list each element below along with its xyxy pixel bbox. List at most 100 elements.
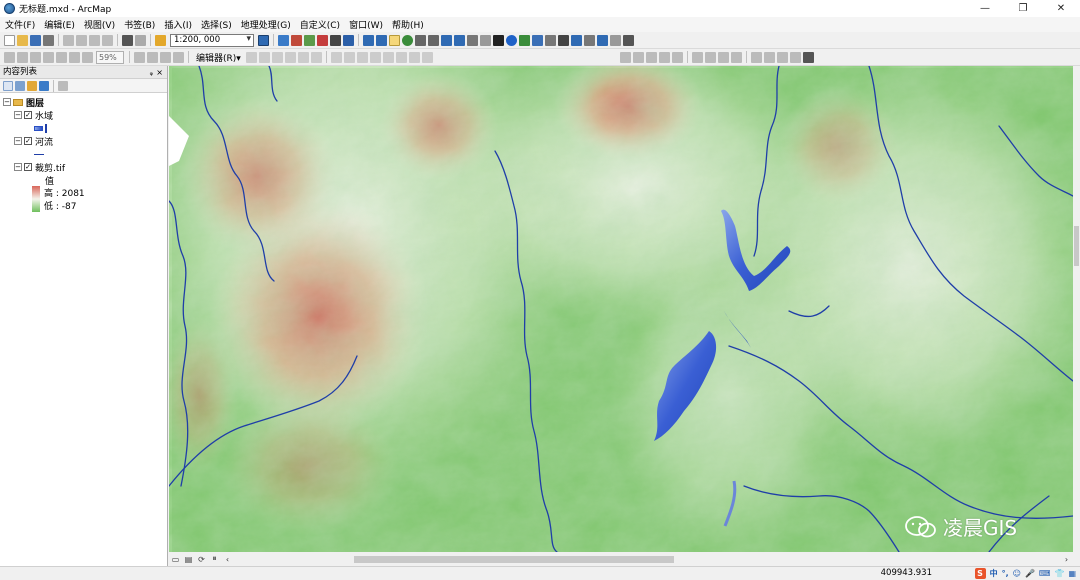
order-icon[interactable] (672, 51, 683, 63)
minimize-button[interactable]: — (966, 0, 1004, 17)
focus-data-frame-icon[interactable] (147, 51, 158, 63)
layout-zoom-out-icon[interactable] (17, 51, 28, 63)
identify-icon[interactable] (506, 34, 517, 46)
zoom-whole-page-icon[interactable] (43, 51, 54, 63)
dem-map-svg[interactable] (169, 66, 1073, 552)
layout-view-icon[interactable]: ▤ (182, 555, 195, 564)
scroll-left-icon[interactable]: ‹ (221, 555, 234, 564)
tree-row-layers[interactable]: − 图层 (3, 96, 44, 109)
toc-close-icon[interactable]: × (156, 66, 163, 79)
straight-segment-icon[interactable] (271, 51, 283, 63)
group-icon[interactable] (646, 51, 657, 63)
create-viewer-window-icon[interactable] (610, 34, 621, 46)
menu-insert[interactable]: 插入(I) (164, 18, 192, 31)
menu-view[interactable]: 视图(V) (84, 18, 115, 31)
sketch-properties-icon[interactable] (408, 51, 420, 63)
pin-icon[interactable]: ᵩ (150, 66, 153, 79)
dem-legend-ramp-row[interactable]: 高 : 2081 低 : -87 (32, 186, 85, 214)
tree-row-dem[interactable]: − ✓ 裁剪.tif (14, 161, 65, 174)
sogou-ime-icon[interactable]: S (974, 568, 986, 579)
zoom-100-icon[interactable] (56, 51, 67, 63)
ime-chinese-mode[interactable]: 中 (990, 568, 998, 579)
toc-options-icon[interactable] (58, 80, 68, 91)
fixed-zoom-out-icon[interactable] (428, 34, 439, 46)
layer-visibility-checkbox[interactable]: ✓ (24, 137, 32, 145)
text-icon[interactable] (751, 51, 762, 63)
menu-file[interactable]: 文件(F) (5, 18, 35, 31)
cut-polygons-icon[interactable] (356, 51, 368, 63)
pan-icon[interactable] (389, 34, 400, 46)
draw-icon[interactable] (633, 51, 644, 63)
vertical-scroll-thumb[interactable] (1074, 226, 1079, 266)
menu-help[interactable]: 帮助(H) (392, 18, 424, 31)
ime-emoji-icon[interactable]: ☺ (1013, 569, 1021, 578)
copy-icon[interactable] (76, 34, 87, 46)
layer-visibility-checkbox[interactable]: ✓ (24, 163, 32, 171)
layout-back-icon[interactable] (82, 51, 93, 63)
catalog-icon[interactable] (291, 34, 302, 46)
select-features-icon[interactable] (467, 34, 478, 46)
menu-edit[interactable]: 编辑(E) (44, 18, 75, 31)
split-icon[interactable] (369, 51, 381, 63)
water-legend-symbol[interactable] (34, 122, 47, 134)
data-driven-pages-icon[interactable] (173, 51, 184, 63)
zoom-out-icon[interactable] (376, 34, 387, 46)
layout-zoom-in-icon[interactable] (4, 51, 15, 63)
menu-selection[interactable]: 选择(S) (201, 18, 232, 31)
search-window-icon[interactable] (304, 34, 315, 46)
change-layout-icon[interactable] (160, 51, 171, 63)
maximize-button[interactable]: ❐ (1004, 0, 1042, 17)
tree-row-water[interactable]: − ✓ 水域 (14, 109, 53, 122)
open-folder-icon[interactable] (17, 34, 28, 46)
horizontal-scroll-track[interactable] (234, 555, 1060, 564)
vertical-scrollbar[interactable] (1073, 66, 1080, 566)
toggle-draft-mode-icon[interactable] (134, 51, 145, 63)
collapse-icon[interactable]: − (14, 137, 22, 145)
edit-tool-icon[interactable] (245, 51, 257, 63)
delete-icon[interactable] (102, 34, 113, 46)
collapse-icon[interactable]: − (14, 111, 22, 119)
data-view-icon[interactable]: ▭ (169, 555, 182, 564)
rotate-icon[interactable] (382, 51, 394, 63)
time-slider-icon[interactable] (597, 34, 608, 46)
close-button[interactable]: ✕ (1042, 0, 1080, 17)
list-by-source-icon[interactable] (15, 80, 25, 91)
pause-drawing-icon[interactable]: ⏸ (208, 554, 221, 564)
distribute-icon[interactable] (705, 51, 716, 63)
create-features-icon[interactable] (421, 51, 433, 63)
menu-customize[interactable]: 自定义(C) (300, 18, 340, 31)
point-icon[interactable] (310, 51, 322, 63)
layer-visibility-checkbox[interactable]: ✓ (24, 111, 32, 119)
zoom-in-icon[interactable] (363, 34, 374, 46)
table-of-contents-icon[interactable] (278, 34, 289, 46)
model-builder-icon[interactable] (343, 34, 354, 46)
find-route-icon[interactable] (571, 34, 582, 46)
paste-icon[interactable] (89, 34, 100, 46)
scroll-right-icon[interactable]: › (1060, 555, 1073, 564)
layout-pan-icon[interactable] (30, 51, 41, 63)
list-by-drawing-order-icon[interactable] (3, 80, 13, 91)
label-manager-icon[interactable] (777, 51, 788, 63)
html-popup-icon[interactable] (532, 34, 543, 46)
map-scale-dropdown[interactable]: 1:200, 000 (170, 33, 254, 47)
ungroup-icon[interactable] (659, 51, 670, 63)
nudge-icon[interactable] (731, 51, 742, 63)
layout-fixed-zoom-icon[interactable] (69, 51, 80, 63)
horizontal-scroll-thumb[interactable] (354, 555, 674, 563)
attributes-icon[interactable] (395, 51, 407, 63)
editor-toolbar-icon[interactable] (258, 34, 269, 46)
edit-annotation-icon[interactable] (258, 51, 270, 63)
rotate-flip-icon[interactable] (718, 51, 729, 63)
back-extent-icon[interactable] (441, 34, 452, 46)
redo-icon[interactable] (135, 34, 146, 46)
toolbar-options-icon[interactable] (623, 34, 634, 46)
align-icon[interactable] (692, 51, 703, 63)
ime-toolbox-icon[interactable]: ▦ (1068, 569, 1076, 578)
new-document-icon[interactable] (4, 34, 15, 46)
list-by-visibility-icon[interactable] (27, 80, 37, 91)
georeferencing-icon[interactable] (620, 51, 631, 63)
undo-icon[interactable] (122, 34, 133, 46)
select-elements-icon[interactable] (493, 34, 504, 46)
measure-icon[interactable] (545, 34, 556, 46)
python-window-icon[interactable] (330, 34, 341, 46)
